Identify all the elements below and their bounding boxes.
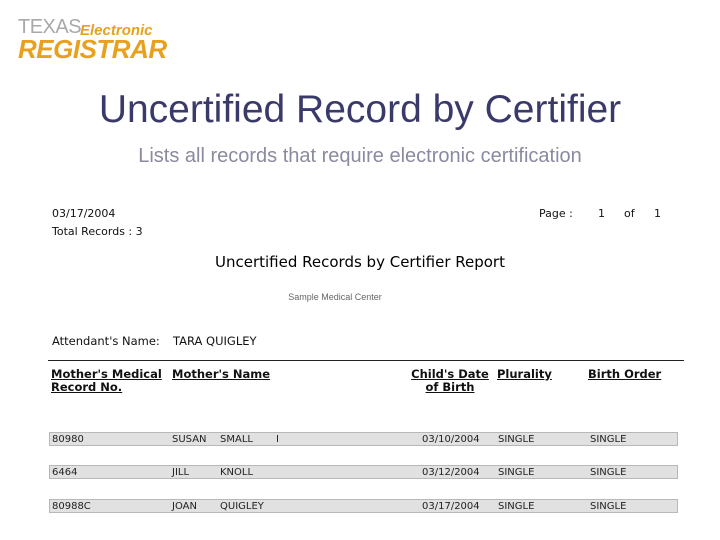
attendant-name: TARA QUIGLEY	[173, 334, 257, 348]
column-header-mrn: Mother's Medical Record No.	[51, 367, 162, 394]
cell-birth-order: SINGLE	[590, 501, 627, 512]
report-date: 03/17/2004	[52, 207, 116, 220]
cell-dob: 03/17/2004	[422, 501, 480, 512]
cell-first-name: SUSAN	[172, 434, 207, 445]
page-of-label: of	[624, 207, 635, 220]
column-header-plurality: Plurality	[497, 367, 552, 381]
column-header-mother-name: Mother's Name	[172, 367, 271, 381]
cell-plurality: SINGLE	[498, 501, 535, 512]
cell-birth-order: SINGLE	[590, 434, 627, 445]
report-title: Uncertified Records by Certifier Report	[215, 253, 505, 271]
logo-registrar-text: REGISTRAR	[18, 34, 167, 64]
table-row[interactable]: 80988C JOAN QUIGLEY 03/17/2004 SINGLE SI…	[49, 499, 678, 513]
cell-mrn: 80980	[52, 434, 84, 445]
table-row[interactable]: 6464 JILL KNOLL 03/12/2004 SINGLE SINGLE	[49, 465, 678, 479]
cell-last-name: KNOLL	[220, 467, 254, 478]
cell-birth-order: SINGLE	[590, 467, 627, 478]
slide-subtitle: Lists all records that require electroni…	[138, 145, 582, 167]
slide-title: Uncertified Record by Certifier	[98, 88, 622, 131]
cell-plurality: SINGLE	[498, 434, 535, 445]
facility-name: Sample Medical Center	[288, 292, 382, 302]
header-divider	[48, 360, 684, 361]
cell-dob: 03/10/2004	[422, 434, 480, 445]
page-label: Page :	[539, 207, 573, 220]
cell-last-name: SMALL	[220, 434, 253, 445]
column-header-child-dob: Child's Date of Birth	[411, 367, 489, 394]
table-row[interactable]: 80980 SUSAN SMALL I 03/10/2004 SINGLE SI…	[49, 432, 678, 446]
page-total: 1	[654, 207, 661, 220]
attendant-label: Attendant's Name:	[52, 334, 160, 348]
cell-dob: 03/12/2004	[422, 467, 480, 478]
column-header-birth-order: Birth Order	[588, 367, 662, 381]
cell-first-name: JOAN	[172, 501, 197, 512]
cell-middle-initial: I	[276, 434, 279, 445]
cell-last-name: QUIGLEY	[220, 501, 264, 512]
page-number: 1	[598, 207, 605, 220]
cell-first-name: JILL	[172, 467, 190, 478]
cell-mrn: 80988C	[52, 501, 91, 512]
cell-mrn: 6464	[52, 467, 78, 478]
cell-plurality: SINGLE	[498, 467, 535, 478]
total-records: Total Records : 3	[52, 225, 143, 238]
